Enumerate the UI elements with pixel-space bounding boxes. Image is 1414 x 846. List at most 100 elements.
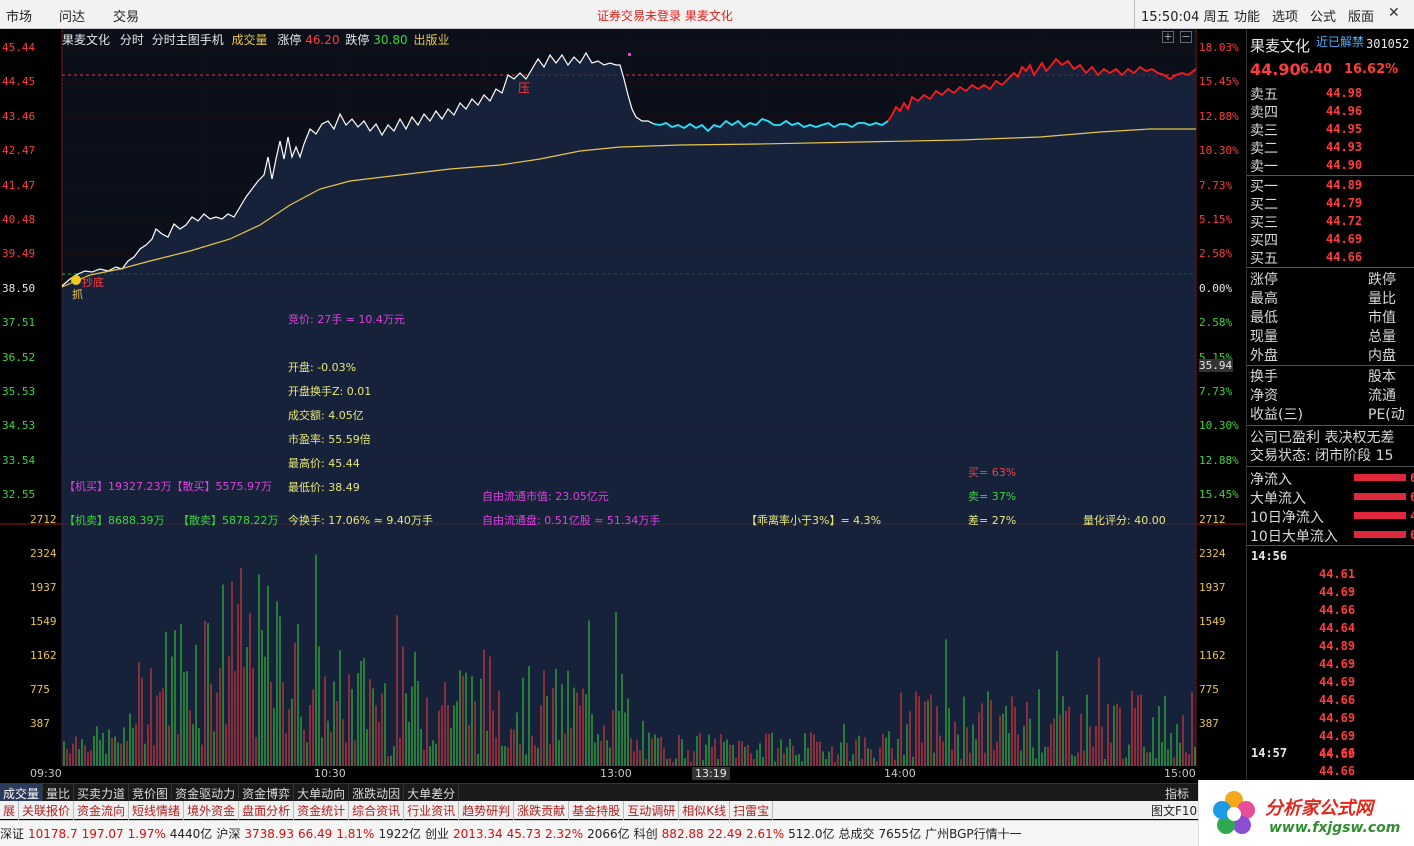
header-limit-down: 30.80: [373, 33, 408, 47]
info-tab[interactable]: 资金统计: [294, 801, 350, 820]
price-tick-right: 0.00%: [1199, 281, 1233, 295]
status-item: 2066亿: [587, 827, 630, 841]
stat-label-2: 跌停: [1368, 272, 1396, 288]
menu-function[interactable]: 功能: [1234, 6, 1260, 25]
info-tab[interactable]: 行业资讯: [404, 801, 460, 820]
bid-price: 44.66: [1326, 250, 1363, 264]
info-tab[interactable]: 境外资金: [184, 801, 240, 820]
f10-tab[interactable]: 图文F10: [1148, 801, 1200, 820]
info-tab[interactable]: 相似K线: [679, 801, 731, 820]
tick-price: 44.64: [1319, 621, 1356, 635]
stat2-label: 净资: [1250, 388, 1278, 404]
header-limit-up: 46.20: [305, 33, 340, 47]
header-industry[interactable]: 出版业: [413, 33, 449, 47]
flow-value: 6: [1410, 471, 1414, 485]
info-tab[interactable]: 互动调研: [624, 801, 680, 820]
status-item: 45.73: [506, 827, 541, 841]
menu-market[interactable]: 市场: [6, 6, 32, 25]
open-turnover: 开盘换手Z: 0.01: [288, 385, 372, 398]
menu-layout[interactable]: 版面: [1348, 6, 1374, 25]
tick-price: 44.69: [1319, 675, 1356, 689]
header-stock: 果麦文化: [62, 33, 111, 47]
stat-label-2: 市值: [1368, 310, 1396, 326]
inst-sell: 【机卖】8688.39万: [64, 514, 165, 527]
stat-label: 外盘: [1250, 348, 1278, 364]
price-tick-right: 2.58%: [1199, 247, 1233, 261]
auction-info: 竞价: 27手 = 10.4万元: [288, 313, 405, 326]
login-status[interactable]: 证券交易未登录 果麦文化: [597, 7, 733, 24]
volume-tick-left: 1937: [30, 581, 57, 594]
stat2-label: 收益(三): [1250, 407, 1303, 423]
volume-tick-left: 387: [30, 717, 50, 730]
status-item: 广州BGP行情十一: [925, 827, 1022, 841]
close-icon[interactable]: ✕: [1388, 5, 1400, 21]
price-tick-left: 32.55: [2, 488, 36, 502]
status-item: 创业: [424, 827, 449, 841]
price-tick-right: 15.45%: [1199, 75, 1239, 89]
info-tab[interactable]: 扫雷宝: [730, 801, 774, 820]
status-item: 深证: [0, 827, 25, 841]
amount: 成交额: 4.05亿: [288, 409, 364, 422]
header-mode[interactable]: 分时: [120, 33, 144, 47]
stat2-label-2: 流通: [1368, 388, 1396, 404]
menu-trade[interactable]: 交易: [113, 6, 139, 25]
bottom-fish-mark: 抄底: [82, 276, 104, 289]
tick-price: 44.61: [1319, 567, 1356, 581]
price-tick-right: 18.03%: [1199, 41, 1239, 54]
info-tab[interactable]: 涨跌贡献: [514, 801, 570, 820]
price-tick-right: 12.88%: [1199, 109, 1239, 123]
header-main[interactable]: 分时主图手机: [152, 33, 224, 47]
tick-price: 44.69: [1319, 711, 1356, 725]
tick-price: 44.69: [1319, 585, 1356, 599]
pe-ratio: 市盈率: 55.59倍: [288, 433, 371, 446]
top-menu-bar: 市场 问达 交易 证券交易未登录 果麦文化 15:50:04 周五 功能 选项 …: [0, 0, 1414, 29]
info-tab[interactable]: 资金流向: [74, 801, 130, 820]
price-tick-left: 33.54: [2, 453, 36, 467]
status-item: 7655亿: [878, 827, 922, 841]
info-tab[interactable]: 基金持股: [569, 801, 625, 820]
price-tick-left: 44.45: [2, 75, 36, 89]
ask-label: 卖二: [1250, 141, 1278, 157]
volume-tick-left: 775: [30, 683, 50, 696]
header-indicator: 成交量: [231, 33, 268, 47]
low-price: 最低价: 38.49: [288, 481, 360, 494]
price-tick-right: 2.58%: [1199, 316, 1233, 330]
inst-buy: 【机买】19327.23万【散买】5575.97万: [64, 480, 272, 493]
tick-time: 14:56: [1251, 549, 1288, 563]
signal-dot: [71, 275, 81, 285]
intraday-chart[interactable]: 果麦文化 分时 分时主图手机 成交量 涨停 46.20 跌停 30.80 出版业…: [0, 29, 1246, 783]
add-icon[interactable]: +: [1162, 31, 1174, 43]
panel-tag[interactable]: 近已解禁: [1316, 33, 1364, 50]
info-tab[interactable]: 盘面分析: [239, 801, 295, 820]
info-tab[interactable]: 展: [0, 801, 20, 820]
status-item: 2.61%: [746, 827, 785, 841]
panel-title: 果麦文化 近已解禁 301052: [1250, 35, 1409, 55]
menu-wenda[interactable]: 问达: [59, 6, 85, 25]
status-item: 4440亿: [169, 827, 213, 841]
info-tab[interactable]: 短线情绪: [129, 801, 185, 820]
price-tick-right: 5.15%: [1199, 213, 1233, 226]
info-tab[interactable]: 关联报价: [19, 801, 75, 820]
flow-label: 10日大单流入: [1250, 529, 1338, 545]
time-tick: 15:00: [1164, 767, 1196, 780]
tick-price: 44.69: [1319, 729, 1356, 743]
flow-bar: [1354, 512, 1406, 519]
stat2-label-2: PE(动: [1368, 407, 1405, 423]
time-tick: 10:30: [314, 767, 346, 780]
flower-icon: [1213, 791, 1255, 834]
cursor-price: 35.94: [1199, 359, 1233, 372]
minus-icon[interactable]: −: [1180, 31, 1192, 43]
open-pct: 开盘: -0.03%: [288, 361, 357, 374]
price-tick-left: 36.52: [2, 350, 36, 364]
bid-price: 44.72: [1326, 214, 1363, 228]
info-tab[interactable]: 综合资讯: [349, 801, 405, 820]
status-item: 沪深: [216, 827, 241, 841]
diff-pct: 差= 27%: [968, 514, 1017, 527]
status-item: 1.97%: [127, 827, 166, 841]
info-tab[interactable]: 趋势研判: [459, 801, 515, 820]
menu-formula[interactable]: 公式: [1310, 6, 1336, 25]
flow-label: 大单流入: [1250, 491, 1306, 507]
menu-options[interactable]: 选项: [1272, 6, 1298, 25]
volume-tick-right: 2712: [1199, 513, 1226, 526]
tick-price: 44.89: [1319, 639, 1356, 653]
